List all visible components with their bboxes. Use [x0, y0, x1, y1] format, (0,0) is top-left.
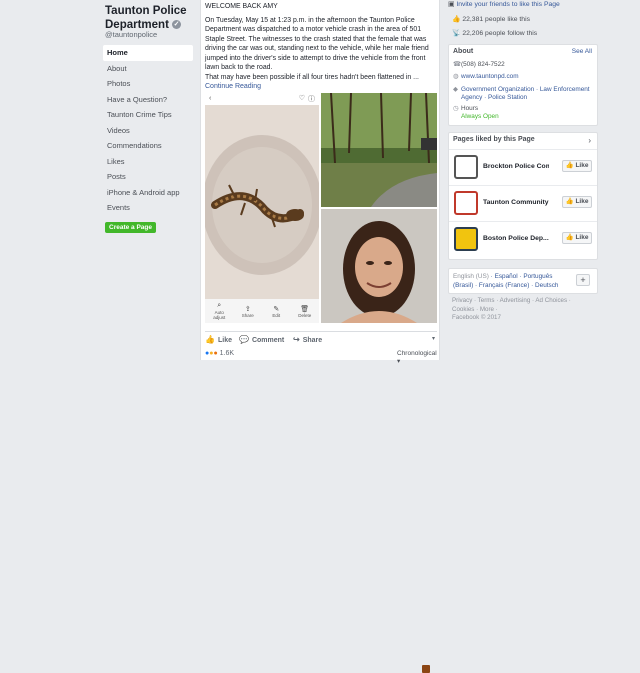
page-handle[interactable]: @tauntonpolice: [105, 30, 157, 39]
add-language-button[interactable]: +: [576, 274, 590, 286]
back-icon: ‹: [209, 95, 212, 102]
photo-lizard[interactable]: ‹ ♡ ⓘ ⌕ Auto adjust ⇪ Share ✎ Edit 🗑 Delete: [205, 93, 319, 323]
mugshot-image: [321, 209, 437, 323]
page-name[interactable]: Taunton Police Department ✓: [105, 4, 197, 32]
verified-icon: ✓: [172, 20, 182, 30]
page-nav: Home About Photos Have a Question? Taunt…: [103, 45, 193, 216]
comment-sort-dropdown[interactable]: Chronological ▾: [397, 350, 439, 365]
about-card: About See All ☎(508) 824-7522 ◍ www.taunt…: [448, 44, 598, 126]
lizard-image: [205, 105, 319, 299]
nav-home[interactable]: Home: [103, 45, 193, 61]
nav-about[interactable]: About: [103, 61, 193, 77]
pencil-icon: ✎: [273, 305, 280, 313]
post-body: On Tuesday, May 15 at 1:23 p.m. in the a…: [205, 16, 429, 72]
edit-tool[interactable]: ✎ Edit: [265, 305, 287, 318]
liked-page-item[interactable]: Brockton Police Com... 👍 Like: [449, 149, 597, 185]
language-card: English (US) · Español · Português (Bras…: [448, 268, 598, 294]
copyright: Facebook © 2017: [452, 314, 501, 321]
invite-icon: ▣: [448, 1, 455, 8]
category-row[interactable]: ◆ Government Organization · Law Enforceme…: [453, 86, 591, 102]
like-button[interactable]: 👍 Like: [205, 335, 232, 344]
nav-likes[interactable]: Likes: [103, 154, 193, 170]
post-headline: WELCOME BACK AMY: [205, 3, 278, 10]
create-page-button[interactable]: Create a Page: [105, 222, 156, 233]
comment-button[interactable]: 💬 Comment: [239, 335, 284, 344]
liked-page-item[interactable]: Taunton Community ... 👍 Like: [449, 185, 597, 221]
clock-icon: ◷: [453, 105, 459, 112]
liked-page-item[interactable]: Boston Police Dep... 👍 Like: [449, 221, 597, 257]
nav-commendations[interactable]: Commendations: [103, 138, 193, 154]
tag-icon: ◆: [453, 86, 458, 93]
footer: Privacy · Terms · Advertising · Ad Choic…: [452, 297, 592, 323]
post-card: WELCOME BACK AMY On Tuesday, May 15 at 1…: [200, 0, 440, 673]
boston-police-badge: [454, 227, 478, 251]
left-sidebar: Taunton Police Department ✓ @tauntonpoli…: [0, 0, 200, 360]
info-icon: ⓘ: [308, 96, 315, 103]
hours-row: ◷ Hours Always Open: [453, 105, 499, 120]
share-tool[interactable]: ⇪ Share: [237, 305, 259, 318]
share-icon: ⇪: [244, 305, 251, 313]
nav-posts[interactable]: Posts: [103, 169, 193, 185]
globe-icon: ◍: [453, 73, 459, 80]
likes-count: 👍 22,381 people like this: [452, 16, 530, 23]
thumbs-up-icon: 👍: [452, 16, 461, 23]
chevron-right-icon[interactable]: ›: [588, 136, 591, 145]
photo-toolbar: ⌕ Auto adjust ⇪ Share ✎ Edit 🗑 Delete: [205, 299, 319, 323]
magnify-icon: ⌕: [217, 302, 222, 309]
follows-count: 📡 22,206 people follow this: [452, 30, 538, 37]
page-stats: 👍 22,381 people like this 📡 22,206 peopl…: [452, 13, 537, 41]
crash-scene-image: [321, 93, 437, 207]
post-body-continued: That may have been possible if all four …: [205, 73, 419, 81]
phone-row[interactable]: ☎(508) 824-7522: [453, 61, 591, 69]
liked-page-name[interactable]: Brockton Police Com...: [483, 163, 549, 170]
delete-tool[interactable]: 🗑 Delete: [294, 305, 316, 318]
heart-icon: ♡: [298, 95, 305, 102]
like-page-button[interactable]: 👍 Like: [562, 196, 592, 208]
photo-app-header: ‹ ♡ ⓘ: [205, 93, 319, 105]
about-see-all-link[interactable]: See All: [572, 48, 592, 55]
nav-videos[interactable]: Videos: [103, 123, 193, 139]
share-button[interactable]: ↪ Share: [293, 335, 322, 344]
nav-events[interactable]: Events: [103, 200, 193, 216]
pages-liked-card: Pages liked by this Page › Brockton Poli…: [448, 132, 598, 260]
phone-icon: ☎: [453, 61, 462, 68]
wow-reaction-icon: ●: [213, 350, 218, 357]
share-icon: ↪: [293, 335, 300, 344]
website-row[interactable]: ◍ www.tauntonpd.com: [453, 73, 591, 81]
page-avatar-icon[interactable]: [422, 665, 430, 673]
current-language: English (US): [453, 273, 489, 280]
liked-page-name[interactable]: Boston Police Dep...: [483, 235, 549, 242]
about-title: About: [453, 48, 474, 55]
like-page-button[interactable]: 👍 Like: [562, 232, 592, 244]
nav-photos[interactable]: Photos: [103, 76, 193, 92]
post-text: WELCOME BACK AMY On Tuesday, May 15 at 1…: [205, 2, 437, 92]
photo-mugshot[interactable]: [321, 209, 437, 323]
photo-grid: ‹ ♡ ⓘ ⌕ Auto adjust ⇪ Share ✎ Edit 🗑 Delete: [205, 93, 437, 323]
follow-icon: 📡: [452, 30, 461, 37]
thumbs-up-icon: 👍: [205, 335, 215, 344]
nav-have-a-question[interactable]: Have a Question?: [103, 92, 193, 108]
photo-crash-scene[interactable]: [321, 93, 437, 207]
continue-reading-link[interactable]: Continue Reading: [205, 82, 437, 92]
brockton-police-logo: [454, 155, 478, 179]
chevron-down-icon[interactable]: ▾: [432, 335, 435, 342]
post-actions: 👍 Like 💬 Comment ↪ Share ▾: [205, 331, 437, 673]
invite-friends-link[interactable]: ▣ Invite your friends to like this Page: [448, 0, 598, 8]
like-page-button[interactable]: 👍 Like: [562, 160, 592, 172]
tcam-logo: [454, 191, 478, 215]
reactions-count: 1.6K: [219, 350, 235, 357]
liked-page-name[interactable]: Taunton Community ...: [483, 199, 549, 206]
nav-crime-tips[interactable]: Taunton Crime Tips: [103, 107, 193, 123]
pages-liked-title: Pages liked by this Page: [453, 136, 535, 143]
footer-links[interactable]: Privacy · Terms · Advertising · Ad Choic…: [452, 297, 592, 314]
language-list[interactable]: English (US) · Español · Português (Bras…: [453, 272, 573, 290]
nav-app[interactable]: iPhone & Android app: [103, 185, 193, 201]
auto-adjust-tool[interactable]: ⌕ Auto adjust: [208, 302, 230, 320]
trash-icon: 🗑: [300, 305, 310, 313]
comment-icon: 💬: [239, 335, 249, 344]
reactions-summary[interactable]: ●●● 1.6K: [205, 350, 234, 357]
